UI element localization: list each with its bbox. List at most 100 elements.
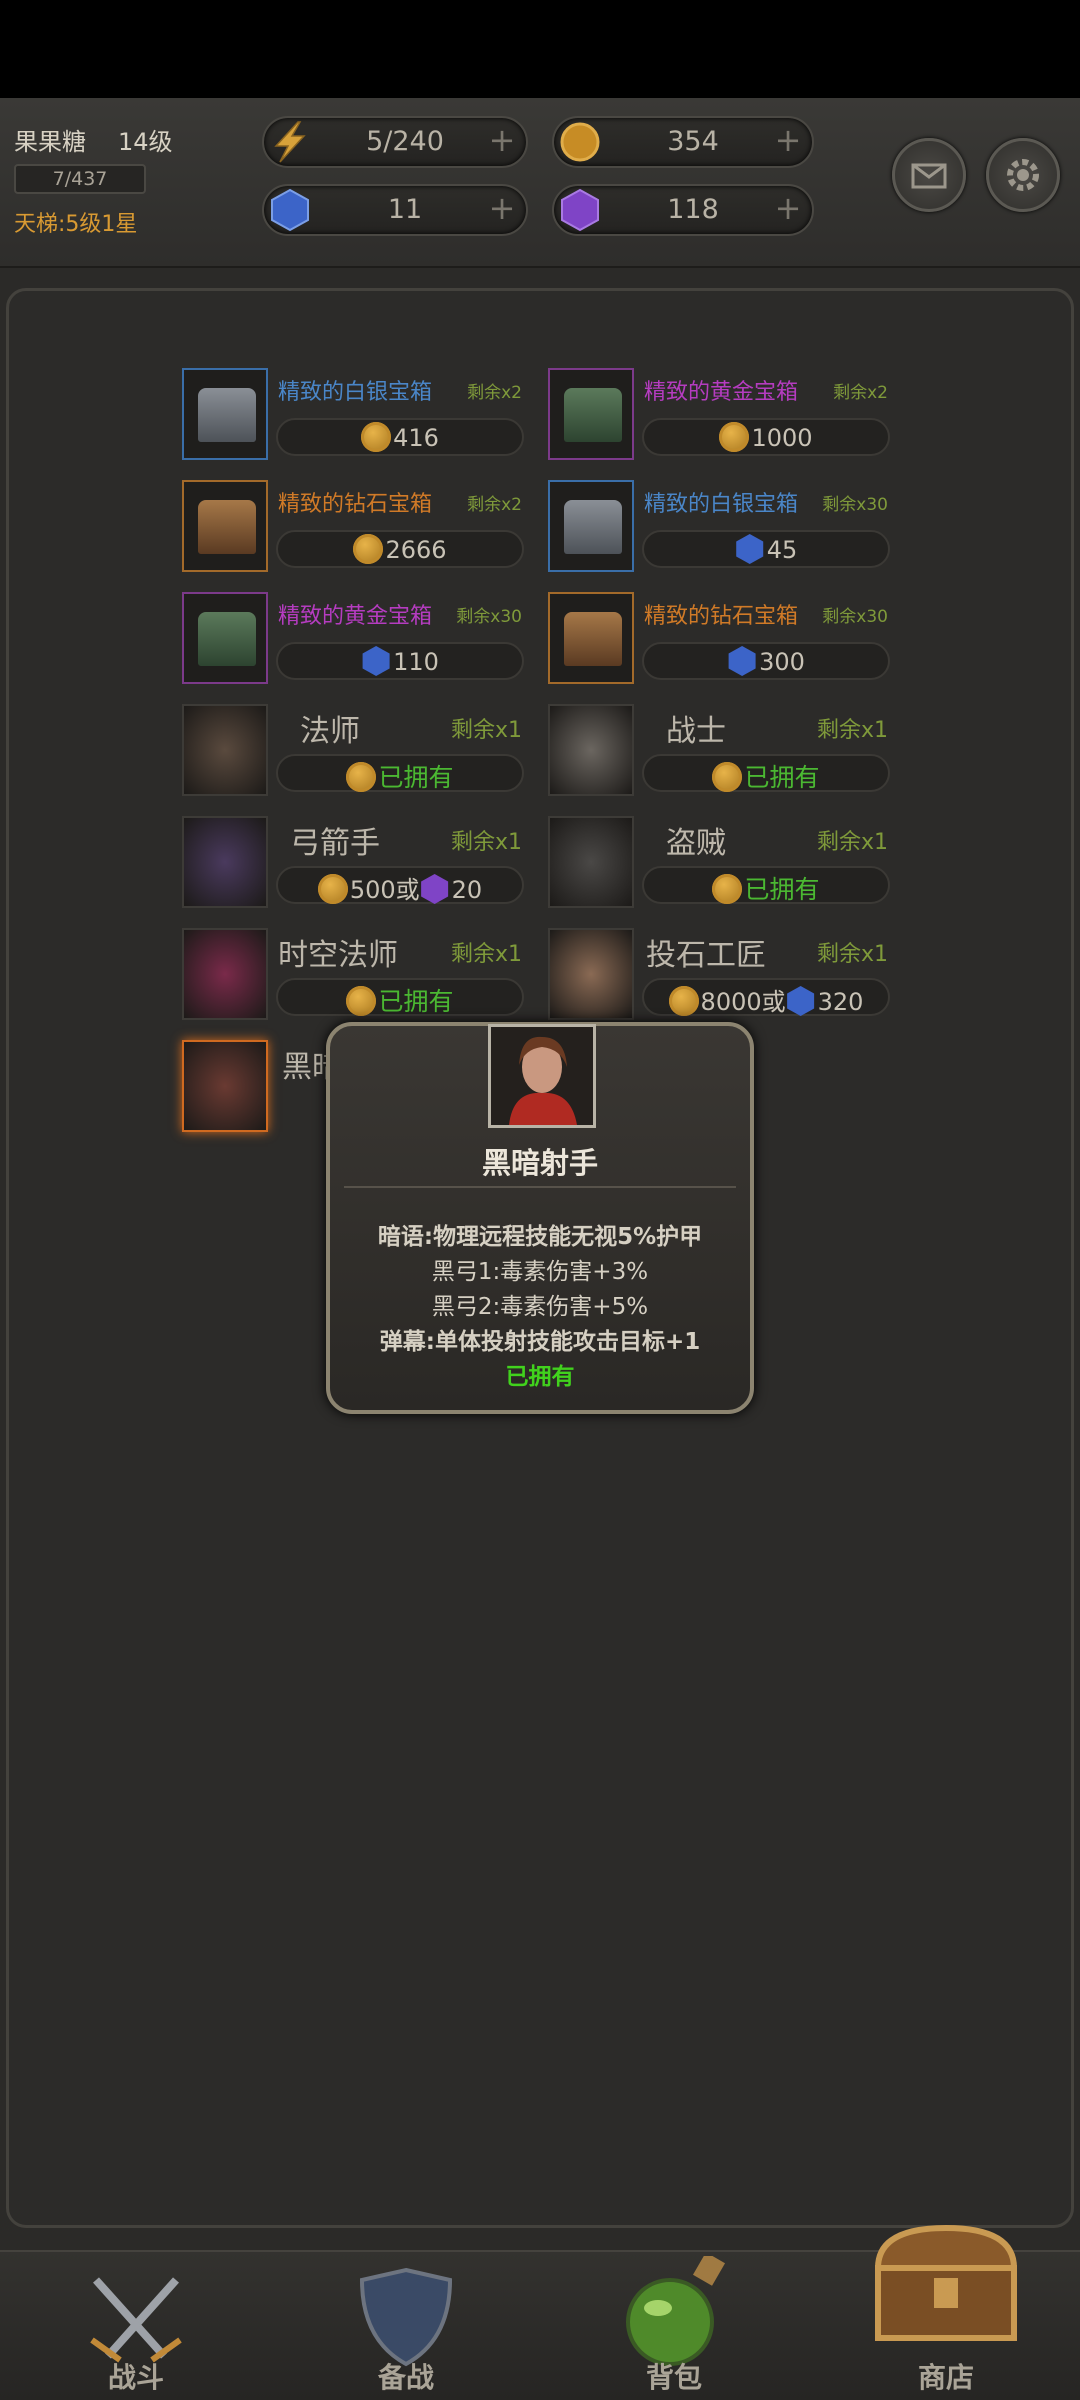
mail-button[interactable] (892, 138, 966, 212)
chest-portrait (182, 592, 268, 684)
tab-shop-label: 商店 (917, 2361, 974, 2394)
price-button[interactable]: 8000或 320 (642, 978, 890, 1016)
hero-detail-dialog[interactable]: 黑暗射手 暗语:物理远程技能无视5%护甲 黑弓1:毒素伤害+3% 黑弓2:毒素伤… (326, 1022, 754, 1414)
owned-label: 已拥有 (378, 763, 454, 792)
shop-item-diamond-chest-gem[interactable]: 精致的钻石宝箱 剩余x30 300 (548, 592, 894, 684)
dark-archer-face-icon (491, 1027, 593, 1125)
price-button[interactable]: 2666 (276, 530, 524, 568)
hero-remain: 剩余x1 (450, 830, 522, 855)
or-label: 或 (395, 876, 420, 904)
chest-portrait (548, 480, 634, 572)
price-gem: 320 (817, 988, 864, 1016)
energy-value: 5/240 (366, 126, 444, 157)
tab-prepare[interactable]: 备战 (306, 2250, 506, 2400)
shop-item-silver-chest[interactable]: 精致的白银宝箱 剩余x2 416 (182, 368, 528, 460)
item-price: 1000 (751, 424, 813, 452)
hero-name: 盗贼 (666, 826, 726, 861)
skill-line: 黑弓2:毒素伤害+5% (431, 1294, 649, 1320)
hero-item-mage[interactable]: 法师 剩余x1 已拥有 (182, 704, 528, 796)
hero-name: 弓箭手 (290, 826, 380, 861)
shop-item-diamond-chest[interactable]: 精致的钻石宝箱 剩余x2 2666 (182, 480, 528, 572)
settings-button[interactable] (986, 138, 1060, 212)
tab-bag[interactable]: 背包 (574, 2250, 774, 2400)
gold-chest-icon (564, 388, 622, 442)
hero-item-archer[interactable]: 弓箭手 剩余x1 500或 20 (182, 816, 528, 908)
coin-icon (668, 986, 699, 1016)
blue-gem-value: 11 (387, 194, 423, 225)
item-title: 精致的钻石宝箱 (644, 604, 799, 629)
price-button[interactable]: 45 (642, 530, 890, 568)
add-blue-gem-button[interactable]: + (486, 192, 518, 225)
item-price: 300 (759, 648, 805, 676)
hero-item-warrior[interactable]: 战士 剩余x1 已拥有 (548, 704, 894, 796)
shop-item-gold-chest[interactable]: 精致的黄金宝箱 剩余x2 1000 (548, 368, 894, 460)
skill-line: 黑弓1:毒素伤害+3% (431, 1259, 649, 1285)
coin-icon (317, 874, 348, 904)
tab-battle[interactable]: 战斗 (36, 2250, 236, 2400)
dialog-skill-list: 暗语:物理远程技能无视5%护甲 黑弓1:毒素伤害+3% 黑弓2:毒素伤害+5% … (330, 1220, 750, 1395)
energy-resource: 5/240 + (262, 116, 528, 168)
blue-gem-icon (728, 646, 756, 676)
dialog-owned-status: 已拥有 (505, 1364, 575, 1390)
add-energy-button[interactable]: + (486, 124, 518, 157)
coin-icon (346, 986, 377, 1016)
item-remain: 剩余x2 (467, 383, 522, 403)
thief-portrait (548, 816, 634, 908)
coin-icon (361, 422, 392, 452)
hero-name: 法师 (300, 714, 360, 749)
hero-remain: 剩余x1 (816, 942, 888, 967)
silver-chest-icon (198, 388, 256, 442)
hero-remain: 剩余x1 (450, 942, 522, 967)
hero-remain: 剩余x1 (816, 718, 888, 743)
purple-gem-icon (421, 874, 449, 904)
diamond-chest-icon (564, 612, 622, 666)
hero-remain: 剩余x1 (450, 718, 522, 743)
price-button[interactable]: 已拥有 (642, 754, 890, 792)
item-remain: 剩余x30 (822, 495, 888, 515)
price-button[interactable]: 300 (642, 642, 890, 680)
price-button[interactable]: 500或 20 (276, 866, 524, 904)
coin-icon (353, 534, 384, 564)
dark-archer-portrait (182, 1040, 268, 1132)
chest-portrait (182, 368, 268, 460)
skill-line: 弹幕:单体投射技能攻击目标+1 (379, 1329, 701, 1355)
price-gem: 20 (451, 876, 483, 904)
chest-portrait (548, 368, 634, 460)
status-bar (0, 0, 1080, 98)
add-gold-button[interactable]: + (772, 124, 804, 157)
price-button[interactable]: 416 (276, 418, 524, 456)
lightning-icon (274, 121, 306, 163)
owned-label: 已拥有 (744, 875, 820, 904)
hero-name: 战士 (666, 714, 726, 749)
hero-name: 投石工匠 (646, 938, 766, 973)
tab-bag-label: 背包 (645, 2361, 702, 2394)
item-price: 416 (393, 424, 439, 452)
item-price: 2666 (385, 536, 447, 564)
item-title: 精致的钻石宝箱 (278, 492, 433, 517)
price-button[interactable]: 已拥有 (276, 978, 524, 1016)
add-purple-gem-button[interactable]: + (772, 192, 804, 225)
hero-item-time-mage[interactable]: 时空法师 剩余x1 已拥有 (182, 928, 528, 1020)
tab-shop[interactable]: 商店 (846, 2224, 1046, 2400)
skill-line: 暗语:物理远程技能无视5%护甲 (377, 1224, 703, 1250)
shield-icon (359, 2267, 453, 2367)
exp-progress: 7/437 (14, 164, 146, 194)
owned-label: 已拥有 (378, 987, 454, 1016)
hero-item-stone-craftsman[interactable]: 投石工匠 剩余x1 8000或 320 (548, 928, 894, 1020)
hero-item-thief[interactable]: 盗贼 剩余x1 已拥有 (548, 816, 894, 908)
item-title: 精致的白银宝箱 (644, 492, 799, 517)
hero-remain: 剩余x1 (816, 830, 888, 855)
coin-icon (560, 122, 600, 162)
price-button[interactable]: 1000 (642, 418, 890, 456)
mage-portrait (182, 704, 268, 796)
craftsman-portrait (548, 928, 634, 1020)
item-price: 45 (766, 536, 798, 564)
player-level: 14级 (118, 128, 173, 156)
shop-item-silver-chest-gem[interactable]: 精致的白银宝箱 剩余x30 45 (548, 480, 894, 572)
price-button[interactable]: 110 (276, 642, 524, 680)
price-button[interactable]: 已拥有 (276, 754, 524, 792)
item-remain: 剩余x30 (456, 607, 522, 627)
price-button[interactable]: 已拥有 (642, 866, 890, 904)
shop-item-gold-chest-gem[interactable]: 精致的黄金宝箱 剩余x30 110 (182, 592, 528, 684)
item-price: 110 (393, 648, 439, 676)
